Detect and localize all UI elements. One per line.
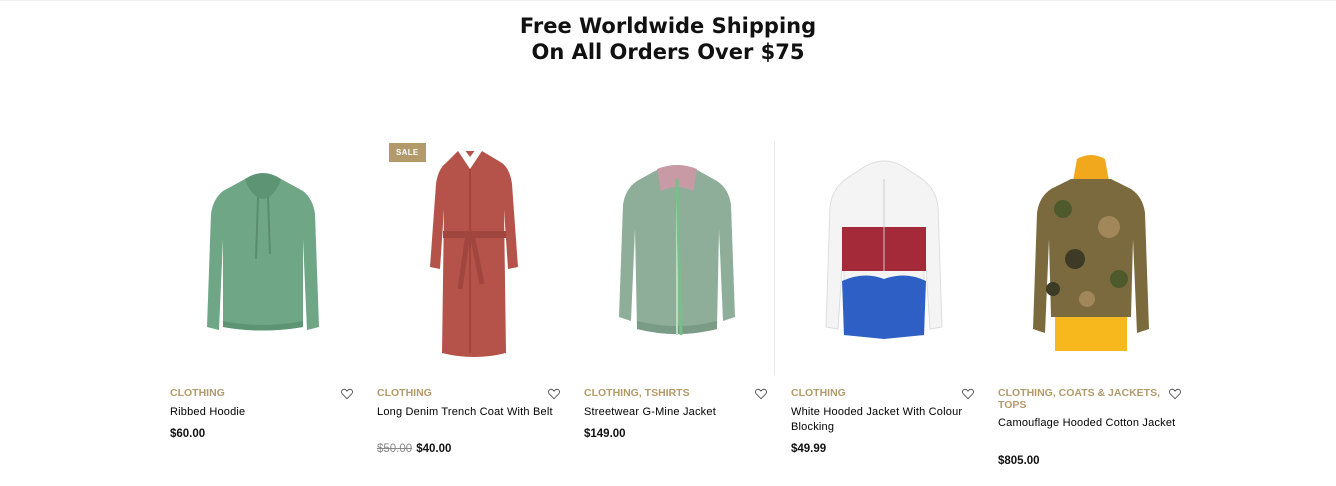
product-image-link[interactable]	[991, 139, 1191, 371]
product-title[interactable]: Camouflage Hooded Cotton Jacket	[998, 416, 1178, 431]
product-title[interactable]: Streetwear G-Mine Jacket	[584, 405, 764, 420]
current-price: $60.00	[170, 428, 206, 440]
product-categories: CLOTHING	[791, 387, 959, 399]
product-title[interactable]: Ribbed Hoodie	[170, 405, 350, 420]
product-card: CLOTHING, COATS & JACKETS, TOPS Camoufla…	[991, 139, 1191, 479]
current-price: $805.00	[998, 455, 1040, 467]
heart-icon[interactable]	[961, 387, 975, 401]
category-link[interactable]: CLOTHING	[377, 387, 432, 399]
category-link[interactable]: CLOTHING	[998, 387, 1053, 399]
heart-icon[interactable]	[340, 387, 354, 401]
category-link[interactable]: TSHIRTS	[645, 387, 690, 399]
category-link[interactable]: CLOTHING	[791, 387, 846, 399]
current-price: $49.99	[791, 443, 827, 455]
product-card: CLOTHING, TSHIRTS Streetwear G-Mine Jack…	[577, 139, 777, 479]
category-link[interactable]: CLOTHING	[584, 387, 639, 399]
product-price: $60.00	[170, 428, 205, 440]
product-image-link[interactable]	[577, 139, 777, 371]
product-price: $149.00	[584, 428, 626, 440]
product-card: SALE CLOTHING Long Denim Trench Coat Wit…	[370, 139, 570, 479]
page: Free Worldwide Shipping On All Orders Ov…	[0, 0, 1336, 486]
current-price: $40.00	[416, 443, 452, 455]
product-title[interactable]: Long Denim Trench Coat With Belt	[377, 405, 557, 420]
product-title[interactable]: White Hooded Jacket With Colour Blocking	[791, 405, 971, 435]
heart-icon[interactable]	[1168, 387, 1182, 401]
shipping-banner-line-2: On All Orders Over $75	[531, 40, 805, 64]
current-price: $149.00	[584, 428, 626, 440]
sale-badge: SALE	[389, 143, 426, 162]
red-trench-coat-image	[430, 149, 518, 357]
camouflage-jacket-image	[1033, 155, 1149, 351]
category-link[interactable]: TOPS	[998, 399, 1026, 411]
category-link[interactable]: CLOTHING	[170, 387, 225, 399]
product-price: $50.00 $40.00	[377, 443, 451, 455]
product-categories: CLOTHING, COATS & JACKETS, TOPS	[998, 387, 1160, 411]
shipping-banner: Free Worldwide Shipping On All Orders Ov…	[0, 13, 1336, 65]
product-price: $49.99	[791, 443, 826, 455]
top-divider	[0, 0, 1336, 1]
green-bomber-jacket-image	[619, 165, 735, 336]
product-categories: CLOTHING, TSHIRTS	[584, 387, 690, 399]
product-card: CLOTHING White Hooded Jacket With Colour…	[784, 139, 984, 479]
heart-icon[interactable]	[547, 387, 561, 401]
product-categories: CLOTHING	[377, 387, 545, 399]
green-hoodie-image	[207, 173, 319, 331]
heart-icon[interactable]	[754, 387, 768, 401]
category-link[interactable]: COATS & JACKETS	[1059, 387, 1157, 399]
colorblock-jacket-image	[825, 160, 943, 339]
shipping-banner-line-1: Free Worldwide Shipping	[519, 14, 817, 38]
product-image-link[interactable]	[163, 139, 363, 371]
product-card: CLOTHING Ribbed Hoodie $60.00	[163, 139, 363, 479]
product-price: $805.00	[998, 455, 1040, 467]
product-image-link[interactable]	[784, 139, 984, 371]
product-image-link[interactable]	[370, 139, 570, 371]
product-grid: CLOTHING Ribbed Hoodie $60.00 SALE CLOTH…	[163, 139, 1193, 479]
original-price: $50.00	[377, 443, 413, 455]
product-categories: CLOTHING	[170, 387, 338, 399]
